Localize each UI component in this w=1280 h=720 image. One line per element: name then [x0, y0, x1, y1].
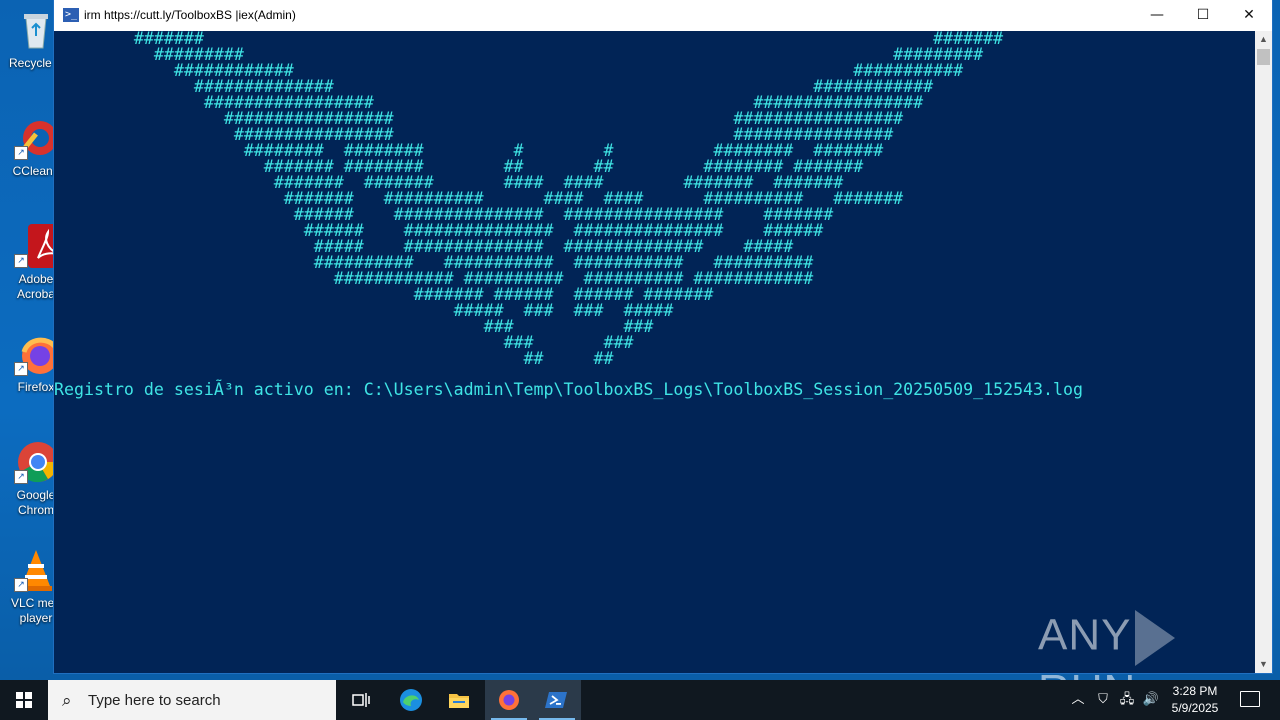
notification-center-button[interactable] — [1232, 680, 1268, 720]
shortcut-arrow-icon: ↗ — [14, 470, 28, 484]
taskbar: ⌕ Type here to search ︿ ⛉ 🖧 🔊 3:28 PM 5/… — [0, 680, 1280, 720]
session-log-line: Registro de sesiÃ³n activo en: C:\Users\… — [54, 380, 1083, 399]
edge-icon — [400, 689, 422, 711]
scrollbar-thumb[interactable] — [1257, 49, 1270, 65]
powershell-icon: >_ — [63, 8, 79, 22]
notification-icon — [1240, 691, 1260, 707]
windows-logo-icon — [16, 692, 32, 708]
clock-date: 5/9/2025 — [1171, 701, 1219, 715]
taskbar-file-explorer[interactable] — [435, 680, 483, 720]
taskbar-firefox[interactable] — [485, 680, 533, 720]
shortcut-arrow-icon: ↗ — [14, 362, 28, 376]
task-view-icon — [352, 693, 370, 707]
taskbar-clock[interactable]: 3:28 PM 5/9/2025 — [1162, 683, 1228, 717]
close-button[interactable]: ✕ — [1226, 0, 1272, 31]
ascii-art-banner: ####### ####### ######### ######### ####… — [133, 31, 1004, 368]
shortcut-arrow-icon: ↗ — [14, 146, 28, 160]
minimize-button[interactable]: — — [1134, 0, 1180, 31]
scroll-up-icon[interactable]: ▲ — [1255, 31, 1272, 48]
network-icon[interactable]: 🖧 — [1115, 680, 1139, 720]
search-placeholder: Type here to search — [88, 692, 221, 709]
firefox-icon: ↗ — [14, 332, 59, 376]
adobe-acrobat-icon: ↗ — [14, 224, 68, 268]
shortcut-arrow-icon: ↗ — [14, 254, 28, 268]
maximize-button[interactable]: ☐ — [1180, 0, 1226, 31]
taskbar-search-box[interactable]: ⌕ Type here to search — [48, 680, 336, 720]
ccleaner-icon: ↗ — [14, 116, 58, 160]
start-button[interactable] — [0, 680, 48, 720]
console-output[interactable]: ####### ####### ######### ######### ####… — [54, 31, 1255, 673]
task-view-button[interactable] — [336, 680, 384, 720]
show-hidden-icons-chevron-icon[interactable]: ︿ — [1066, 680, 1090, 720]
recycle-bin-icon — [14, 8, 58, 52]
vertical-scrollbar[interactable]: ▲ ▼ — [1255, 31, 1272, 673]
shortcut-arrow-icon: ↗ — [14, 578, 28, 592]
clock-time: 3:28 PM — [1172, 684, 1218, 698]
window-title: irm https://cutt.ly/ToolboxBS |iex(Admin… — [84, 8, 296, 22]
play-logo-icon — [1135, 610, 1176, 666]
search-icon: ⌕ — [62, 691, 72, 711]
vlc-icon: ↗ — [14, 548, 58, 592]
volume-icon[interactable]: 🔊 — [1140, 680, 1162, 720]
anyrun-watermark: ANYRUN — [1038, 610, 1238, 715]
powershell-window[interactable]: >_ irm https://cutt.ly/ToolboxBS |iex(Ad… — [54, 0, 1272, 673]
folder-icon — [449, 694, 469, 708]
powershell-icon — [545, 692, 567, 708]
chrome-icon: ↗ — [14, 440, 58, 484]
scroll-down-icon[interactable]: ▼ — [1255, 656, 1272, 673]
taskbar-powershell[interactable] — [533, 680, 581, 720]
security-tray-icon[interactable]: ⛉ — [1092, 680, 1114, 720]
watermark-text-left: ANY — [1038, 610, 1132, 660]
firefox-icon — [499, 690, 519, 710]
taskbar-edge[interactable] — [387, 680, 435, 720]
title-bar[interactable]: >_ irm https://cutt.ly/ToolboxBS |iex(Ad… — [54, 0, 1272, 31]
